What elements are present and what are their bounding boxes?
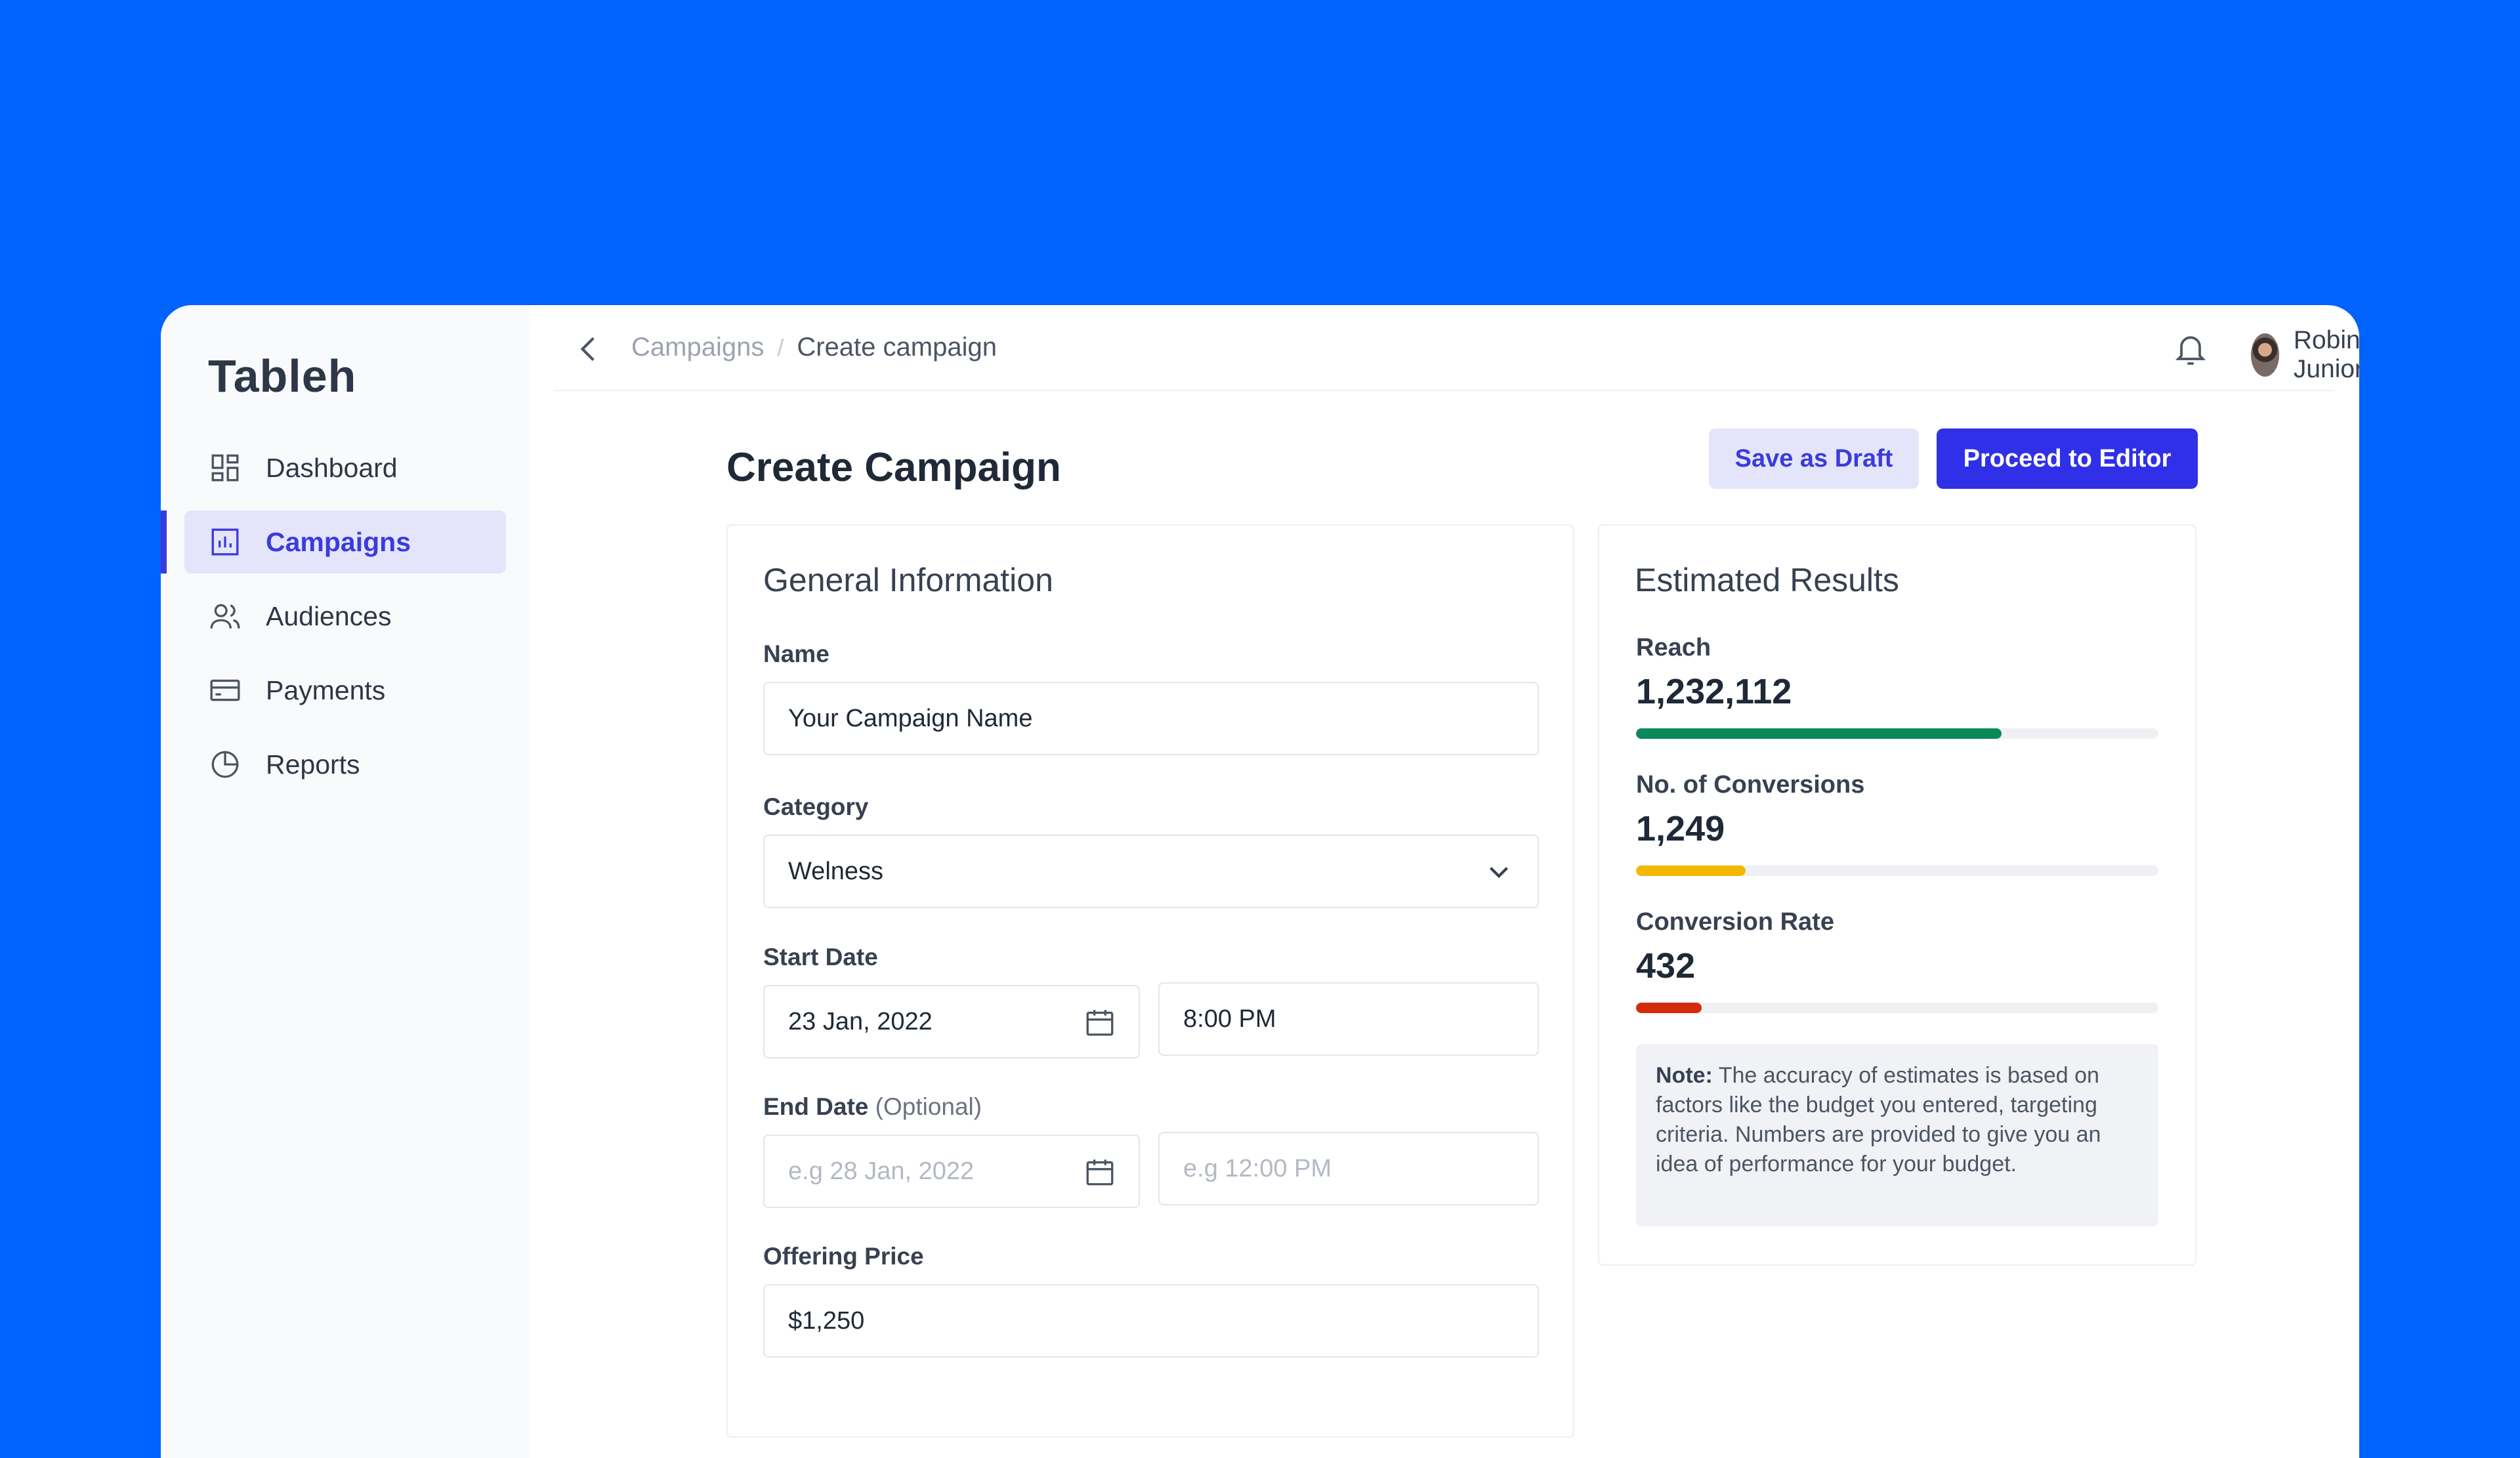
optional-hint: (Optional): [875, 1093, 982, 1120]
conversion-rate-bar: [1636, 1003, 2158, 1013]
sidebar-item-reports[interactable]: Reports: [184, 733, 506, 796]
reach-label: Reach: [1636, 634, 1712, 661]
name-input[interactable]: Your Campaign Name: [763, 682, 1539, 755]
app-window: Tableh Dashboard Campaigns Audiences Pay…: [161, 305, 2359, 1458]
note-prefix: Note:: [1656, 1063, 1713, 1088]
users-icon: [208, 599, 242, 633]
reach-bar-fill: [1636, 728, 2002, 739]
sidebar-item-payments[interactable]: Payments: [184, 659, 506, 722]
dashboard-icon: [208, 451, 242, 485]
reach-bar: [1636, 728, 2158, 739]
end-date-label-text: End Date: [763, 1093, 869, 1120]
sidebar-item-campaigns[interactable]: Campaigns: [161, 510, 506, 573]
conversions-value: 1,249: [1636, 809, 1725, 848]
breadcrumb: Campaigns / Create campaign: [631, 333, 997, 362]
sidebar-item-label: Audiences: [266, 600, 392, 631]
sidebar-item-label: Dashboard: [266, 452, 398, 483]
conversions-label: No. of Conversions: [1636, 771, 1865, 799]
top-bar: Campaigns / Create campaign Robin Junior: [555, 305, 2359, 391]
calendar-icon[interactable]: [1083, 1156, 1116, 1188]
conversion-rate-bar-fill: [1636, 1003, 1702, 1013]
sidebar-item-label: Reports: [266, 749, 360, 780]
breadcrumb-separator: /: [777, 333, 784, 361]
sidebar: Tableh Dashboard Campaigns Audiences Pay…: [161, 305, 530, 1458]
start-date-label: Start Date: [763, 944, 878, 970]
sidebar-item-label: Campaigns: [266, 526, 411, 557]
breadcrumb-current: Create campaign: [797, 333, 997, 362]
page-title: Create Campaign: [726, 445, 1061, 490]
reach-value: 1,232,112: [1636, 672, 1792, 711]
sidebar-nav: Dashboard Campaigns Audiences Payments R…: [161, 436, 506, 807]
offering-price-input[interactable]: $1,250: [763, 1284, 1539, 1358]
pie-chart-icon: [208, 747, 242, 781]
name-label: Name: [763, 640, 830, 667]
note-text: The accuracy of estimates is based on fa…: [1656, 1063, 2101, 1177]
category-select[interactable]: Welness: [763, 835, 1539, 908]
user-menu[interactable]: Robin Junior: [2251, 326, 2359, 384]
end-date-label: End Date (Optional): [763, 1093, 982, 1121]
start-time-input[interactable]: 8:00 PM: [1158, 982, 1539, 1056]
save-draft-button[interactable]: Save as Draft: [1709, 428, 1919, 489]
estimates-note: Note: The accuracy of estimates is based…: [1636, 1044, 2158, 1226]
end-date-placeholder: e.g 28 Jan, 2022: [788, 1157, 975, 1185]
back-arrow-icon[interactable]: [573, 333, 606, 365]
start-date-value: 23 Jan, 2022: [788, 1007, 933, 1035]
conversions-bar-fill: [1636, 865, 1746, 876]
chevron-down-icon: [1490, 867, 1508, 879]
end-date-input[interactable]: e.g 28 Jan, 2022: [763, 1135, 1140, 1208]
user-name: Robin Junior: [2293, 326, 2359, 383]
credit-card-icon: [208, 673, 242, 707]
offering-price-label: Offering Price: [763, 1243, 924, 1270]
sidebar-item-dashboard[interactable]: Dashboard: [184, 436, 506, 499]
conversions-bar: [1636, 865, 2158, 876]
category-label: Category: [763, 793, 869, 820]
general-information-title: General Information: [763, 562, 1053, 598]
general-information-card: General Information Name Your Campaign N…: [726, 524, 1574, 1438]
category-value: Welness: [788, 857, 884, 885]
bell-icon[interactable]: [2172, 330, 2209, 369]
avatar: [2251, 333, 2279, 377]
proceed-to-editor-button[interactable]: Proceed to Editor: [1937, 428, 2198, 489]
conversion-rate-value: 432: [1636, 946, 1696, 986]
estimated-results-card: Estimated Results Reach 1,232,112 No. of…: [1598, 524, 2196, 1266]
bar-chart-icon: [208, 525, 242, 559]
start-date-input[interactable]: 23 Jan, 2022: [763, 985, 1140, 1058]
sidebar-item-label: Payments: [266, 675, 386, 705]
conversion-rate-label: Conversion Rate: [1636, 908, 1834, 936]
calendar-icon[interactable]: [1083, 1006, 1116, 1039]
breadcrumb-campaigns[interactable]: Campaigns: [631, 333, 764, 362]
estimated-results-title: Estimated Results: [1635, 562, 1899, 598]
sidebar-item-audiences[interactable]: Audiences: [184, 585, 506, 648]
app-logo: Tableh: [208, 350, 357, 402]
end-time-input[interactable]: e.g 12:00 PM: [1158, 1132, 1539, 1205]
